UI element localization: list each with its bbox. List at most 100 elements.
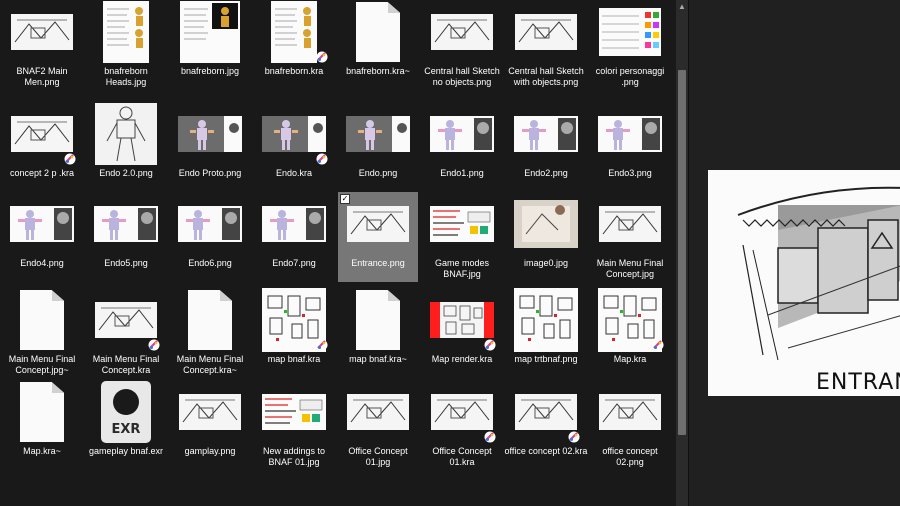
file-name-label: Main Menu Final Concept.kra: [92, 354, 160, 375]
file-thumbnail: [178, 102, 242, 166]
krita-app-icon: [484, 430, 496, 443]
file-extension-label: EXR: [111, 422, 141, 437]
file-item[interactable]: Main Menu Final Concept.kra~: [170, 288, 250, 378]
file-name-label: gamplay.png: [184, 446, 236, 456]
file-item[interactable]: map trtbnaf.png: [506, 288, 586, 378]
file-item[interactable]: map bnaf.kra~: [338, 288, 418, 378]
file-item[interactable]: EXR gameplay bnaf.exr: [86, 380, 166, 470]
file-name-label: BNAF2 Main Men.png: [16, 66, 68, 87]
file-thumbnail: [262, 102, 328, 166]
file-name-label: Central hall Sketch no objects.png: [424, 66, 500, 87]
file-item[interactable]: Endo Proto.png: [170, 102, 250, 192]
file-thumbnail: [262, 380, 326, 444]
file-item[interactable]: office concept 02.kra: [504, 380, 588, 470]
file-item[interactable]: Endo5.png: [86, 192, 166, 282]
krita-app-icon: [316, 50, 328, 63]
scroll-up-arrow-icon[interactable]: ▲: [676, 0, 688, 14]
file-item[interactable]: colori personaggi .png: [590, 0, 670, 90]
file-item[interactable]: Endo6.png: [170, 192, 250, 282]
file-item[interactable]: image0.jpg: [506, 192, 586, 282]
file-item[interactable]: office concept 02.png: [590, 380, 670, 470]
file-name-label: Map render.kra: [431, 354, 493, 364]
exr-file-icon: EXR: [101, 381, 151, 443]
file-thumbnail: [430, 288, 496, 352]
file-item[interactable]: ✓ Entrance.png: [338, 192, 418, 282]
file-name-label: office concept 02.kra: [504, 446, 588, 456]
file-name-label: bnafreborn.kra~: [346, 66, 410, 76]
scroll-thumb[interactable]: [678, 70, 686, 435]
file-name-label: Endo5.png: [104, 258, 148, 268]
krita-app-icon: [316, 152, 328, 165]
file-thumbnail: [10, 288, 74, 352]
file-item[interactable]: Main Menu Final Concept.kra: [86, 288, 166, 378]
file-item[interactable]: Office Concept 01.jpg: [338, 380, 418, 470]
file-item[interactable]: Central hall Sketch no objects.png: [422, 0, 502, 90]
file-item[interactable]: bnafreborn.jpg: [170, 0, 250, 90]
file-name-label: map bnaf.kra: [267, 354, 321, 364]
blank-file-icon: [20, 290, 64, 350]
file-item[interactable]: bnafreborn Heads.jpg: [86, 0, 166, 90]
file-thumbnail: [178, 288, 242, 352]
krita-app-icon: [64, 152, 76, 165]
file-thumbnail: [346, 380, 410, 444]
blank-file-icon: [356, 290, 400, 350]
file-thumbnail: [514, 102, 578, 166]
file-name-label: Main Menu Final Concept.jpg: [596, 258, 664, 279]
file-item[interactable]: Map render.kra: [422, 288, 502, 378]
file-thumbnail: [430, 0, 494, 64]
file-thumbnail: [598, 380, 662, 444]
file-name-label: image0.jpg: [523, 258, 569, 268]
preview-caption: ENTRAN: [816, 370, 900, 395]
file-item[interactable]: Endo.kra: [254, 102, 334, 192]
file-thumbnail: [10, 102, 76, 166]
file-item[interactable]: Office Concept 01.kra: [422, 380, 502, 470]
selection-checkbox[interactable]: ✓: [340, 194, 350, 204]
file-thumbnail: [178, 192, 242, 256]
file-name-label: Endo Proto.png: [178, 168, 242, 178]
file-item[interactable]: bnafreborn.kra: [254, 0, 334, 90]
file-item[interactable]: Endo.png: [338, 102, 418, 192]
file-name-label: Main Menu Final Concept.kra~: [176, 354, 244, 375]
file-item[interactable]: Endo4.png: [2, 192, 82, 282]
file-thumbnail: [262, 0, 328, 64]
file-item[interactable]: BNAF2 Main Men.png: [2, 0, 82, 90]
file-thumbnail: EXR: [94, 380, 158, 444]
file-thumbnail: [346, 192, 410, 256]
file-name-label: colori personaggi .png: [595, 66, 665, 87]
file-name-label: Endo.kra: [275, 168, 313, 178]
file-item[interactable]: Endo2.png: [506, 102, 586, 192]
file-thumbnail: [598, 288, 664, 352]
file-name-label: Game modes BNAF.jpg: [434, 258, 490, 279]
file-item[interactable]: Endo1.png: [422, 102, 502, 192]
file-name-label: concept 2 p .kra: [9, 168, 75, 178]
krita-app-icon: [316, 338, 328, 351]
file-name-label: bnafreborn Heads.jpg: [104, 66, 148, 87]
file-item[interactable]: map bnaf.kra: [254, 288, 334, 378]
file-item[interactable]: New addings to BNAF 01.jpg: [254, 380, 334, 470]
file-item[interactable]: Main Menu Final Concept.jpg: [590, 192, 670, 282]
file-item[interactable]: Map.kra: [590, 288, 670, 378]
file-thumbnail: [514, 0, 578, 64]
file-thumbnail: [430, 192, 494, 256]
file-thumbnail: [94, 192, 158, 256]
file-item[interactable]: Endo3.png: [590, 102, 670, 192]
file-thumbnail: [346, 0, 410, 64]
vertical-scrollbar[interactable]: ▲: [676, 0, 688, 506]
file-item[interactable]: bnafreborn.kra~: [338, 0, 418, 90]
file-item[interactable]: gamplay.png: [170, 380, 250, 470]
file-name-label: Endo2.png: [524, 168, 568, 178]
file-name-label: bnafreborn.kra: [264, 66, 324, 76]
file-item[interactable]: Game modes BNAF.jpg: [422, 192, 502, 282]
file-item[interactable]: Central hall Sketch with objects.png: [506, 0, 586, 90]
file-thumbnail: [94, 0, 158, 64]
file-name-label: Office Concept 01.jpg: [348, 446, 408, 467]
file-thumbnail: [598, 102, 662, 166]
file-item[interactable]: Map.kra~: [2, 380, 82, 470]
file-item[interactable]: concept 2 p .kra: [2, 102, 82, 192]
file-item[interactable]: Main Menu Final Concept.jpg~: [2, 288, 82, 378]
file-item[interactable]: Endo7.png: [254, 192, 334, 282]
file-name-label: Endo4.png: [20, 258, 64, 268]
file-name-label: Endo3.png: [608, 168, 652, 178]
file-item[interactable]: Endo 2.0.png: [86, 102, 166, 192]
file-name-label: office concept 02.png: [602, 446, 658, 467]
